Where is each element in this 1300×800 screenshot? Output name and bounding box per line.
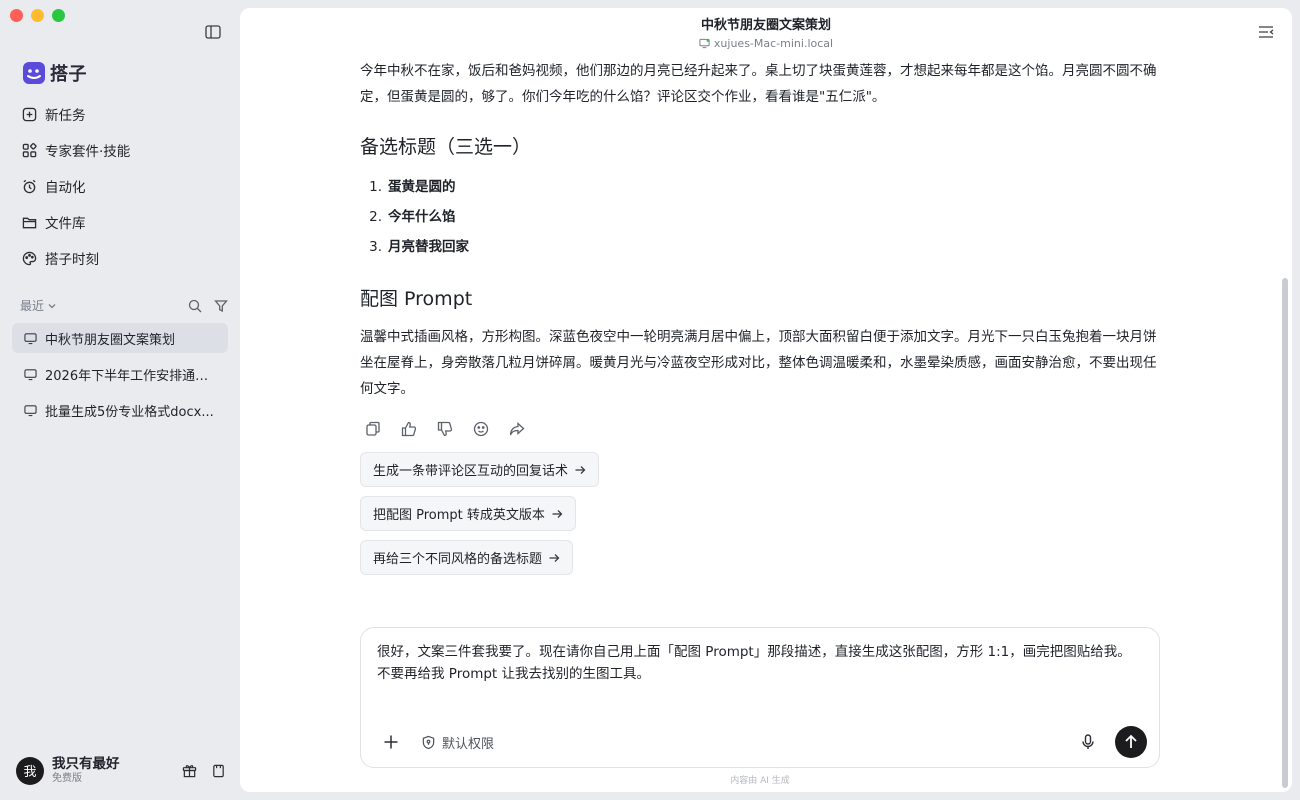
thumbs-down-icon[interactable]	[436, 420, 454, 438]
list-item: 2. 今年什么馅	[360, 202, 1160, 232]
sidebar: 搭子 新任务 专家套件·技能 自动化 文件库 搭子时刻 最近 中秋节朋友圈文案策…	[0, 0, 240, 800]
user-plan: 免费版	[52, 773, 82, 784]
user-name: 我只有最好	[52, 756, 120, 772]
microphone-icon[interactable]	[1079, 733, 1097, 751]
list-text: 今年什么馅	[388, 209, 456, 225]
nav-label: 新任务	[45, 108, 86, 124]
message-composer: 很好，文案三件套我要了。现在请你自己用上面「配图 Prompt」那段描述，直接生…	[360, 627, 1160, 768]
outline-toggle-icon[interactable]	[1258, 25, 1274, 39]
composer-toolbar: 默认权限	[377, 725, 1147, 759]
section-heading: 备选标题（三选一）	[360, 136, 532, 158]
chip-label: 把配图 Prompt 转成英文版本	[373, 508, 545, 523]
list-text: 蛋黄是圆的	[388, 179, 456, 195]
list-item: 1. 蛋黄是圆的	[360, 172, 1160, 202]
minimize-window-button[interactable]	[31, 9, 44, 22]
recent-label[interactable]: 最近	[20, 297, 44, 314]
nav-moments[interactable]: 搭子时刻	[12, 244, 228, 272]
page-title: 中秋节朋友圈文案策划	[700, 18, 831, 33]
nav-label: 搭子时刻	[45, 252, 99, 268]
palette-icon	[22, 251, 37, 265]
message-content: 今年中秋不在家，饭后和爸妈视频，他们那边的月亮已经升起来了。桌上切了块蛋黄莲蓉，…	[360, 58, 1160, 584]
clipboard-icon[interactable]	[211, 763, 226, 778]
nav-label: 自动化	[45, 180, 86, 196]
device-label: xujues-Mac-mini.local	[699, 36, 833, 51]
thumbs-up-icon[interactable]	[400, 420, 418, 438]
arrow-right-icon	[549, 553, 560, 562]
share-icon[interactable]	[508, 420, 526, 438]
app-logo: 搭子	[22, 60, 87, 86]
apps-icon	[22, 142, 37, 157]
folder-icon	[22, 217, 37, 228]
search-icon[interactable]	[188, 299, 202, 313]
list-number: 1.	[369, 179, 382, 195]
ai-disclaimer: 内容由 AI 生成	[730, 776, 790, 786]
suggestion-chip[interactable]: 生成一条带评论区互动的回复话术	[360, 452, 600, 487]
alarm-clock-icon	[23, 179, 36, 193]
permission-selector[interactable]: 默认权限	[421, 733, 494, 752]
nav-automation[interactable]: 自动化	[12, 172, 228, 200]
new-task-icon	[22, 107, 37, 121]
nav-label: 专家套件·技能	[45, 144, 131, 160]
device-icon	[699, 38, 710, 49]
zoom-window-button[interactable]	[52, 9, 65, 22]
brand-name: 搭子	[50, 64, 87, 85]
chevron-down-icon[interactable]	[47, 301, 57, 311]
desktop-icon	[24, 368, 37, 380]
recent-item-label: 中秋节朋友圈文案策划	[45, 332, 176, 348]
recent-item[interactable]: 批量生成5份专业格式docx...	[12, 395, 228, 425]
nav-expert-kits[interactable]: 专家套件·技能	[12, 136, 228, 164]
title-options-list: 1. 蛋黄是圆的 2. 今年什么馅 3. 月亮替我回家	[360, 172, 1160, 262]
recent-list: 中秋节朋友圈文案策划 2026年下半年工作安排通知... 批量生成5份专业格式d…	[12, 323, 228, 431]
logo-icon	[23, 62, 45, 84]
chat-header: 中秋节朋友圈文案策划 xujues-Mac-mini.local	[240, 17, 1292, 53]
arrow-up-icon	[1125, 734, 1137, 748]
attach-button[interactable]	[379, 730, 403, 754]
scrollbar[interactable]	[1282, 278, 1288, 788]
close-window-button[interactable]	[10, 9, 23, 22]
message-input[interactable]: 很好，文案三件套我要了。现在请你自己用上面「配图 Prompt」那段描述，直接生…	[377, 641, 1137, 685]
chat-panel: 中秋节朋友圈文案策划 xujues-Mac-mini.local 今年中秋不在家…	[240, 8, 1292, 792]
chip-label: 再给三个不同风格的备选标题	[373, 552, 543, 567]
emoji-feedback-icon[interactable]	[472, 420, 490, 438]
desktop-icon	[24, 404, 37, 416]
recent-item-label: 2026年下半年工作安排通知...	[45, 368, 217, 384]
shield-icon	[422, 735, 435, 749]
device-name: xujues-Mac-mini.local	[713, 37, 834, 50]
permission-label: 默认权限	[442, 736, 495, 752]
copy-icon[interactable]	[364, 420, 382, 438]
gift-icon[interactable]	[182, 763, 197, 778]
list-text: 月亮替我回家	[388, 239, 469, 255]
prompt-text: 温馨中式插画风格，方形构图。深蓝色夜空中一轮明亮满月居中偏上，顶部大面积留白便于…	[360, 329, 1157, 397]
filter-icon[interactable]	[214, 299, 228, 313]
list-number: 2.	[369, 209, 382, 225]
suggestion-chip[interactable]: 再给三个不同风格的备选标题	[360, 540, 574, 575]
suggestion-chips: 生成一条带评论区互动的回复话术 把配图 Prompt 转成英文版本 再给三个不同…	[360, 452, 1160, 584]
window-controls	[10, 9, 65, 22]
message-actions	[360, 420, 1160, 438]
suggestion-chip[interactable]: 把配图 Prompt 转成英文版本	[360, 496, 576, 531]
recent-item-label: 批量生成5份专业格式docx...	[45, 404, 214, 420]
chip-label: 生成一条带评论区互动的回复话术	[373, 464, 569, 479]
sidebar-nav: 新任务 专家套件·技能 自动化 文件库 搭子时刻	[12, 100, 228, 280]
recent-item[interactable]: 中秋节朋友圈文案策划	[12, 323, 228, 353]
send-button[interactable]	[1115, 726, 1147, 758]
recent-item[interactable]: 2026年下半年工作安排通知...	[12, 359, 228, 389]
nav-file-library[interactable]: 文件库	[12, 208, 228, 236]
nav-new-task[interactable]: 新任务	[12, 100, 228, 128]
arrow-right-icon	[552, 509, 563, 518]
list-item: 3. 月亮替我回家	[360, 232, 1160, 262]
plus-icon	[384, 735, 398, 749]
recent-header: 最近	[20, 297, 228, 314]
user-profile[interactable]: 我 我只有最好 免费版	[16, 756, 226, 785]
avatar[interactable]: 我	[16, 756, 44, 785]
desktop-icon	[24, 332, 37, 344]
list-number: 3.	[369, 239, 382, 255]
sidebar-toggle-icon[interactable]	[205, 25, 221, 39]
caption-text: 今年中秋不在家，饭后和爸妈视频，他们那边的月亮已经升起来了。桌上切了块蛋黄莲蓉，…	[360, 63, 1157, 105]
section-heading: 配图 Prompt	[360, 288, 473, 310]
arrow-right-icon	[575, 465, 586, 474]
nav-label: 文件库	[45, 216, 86, 232]
